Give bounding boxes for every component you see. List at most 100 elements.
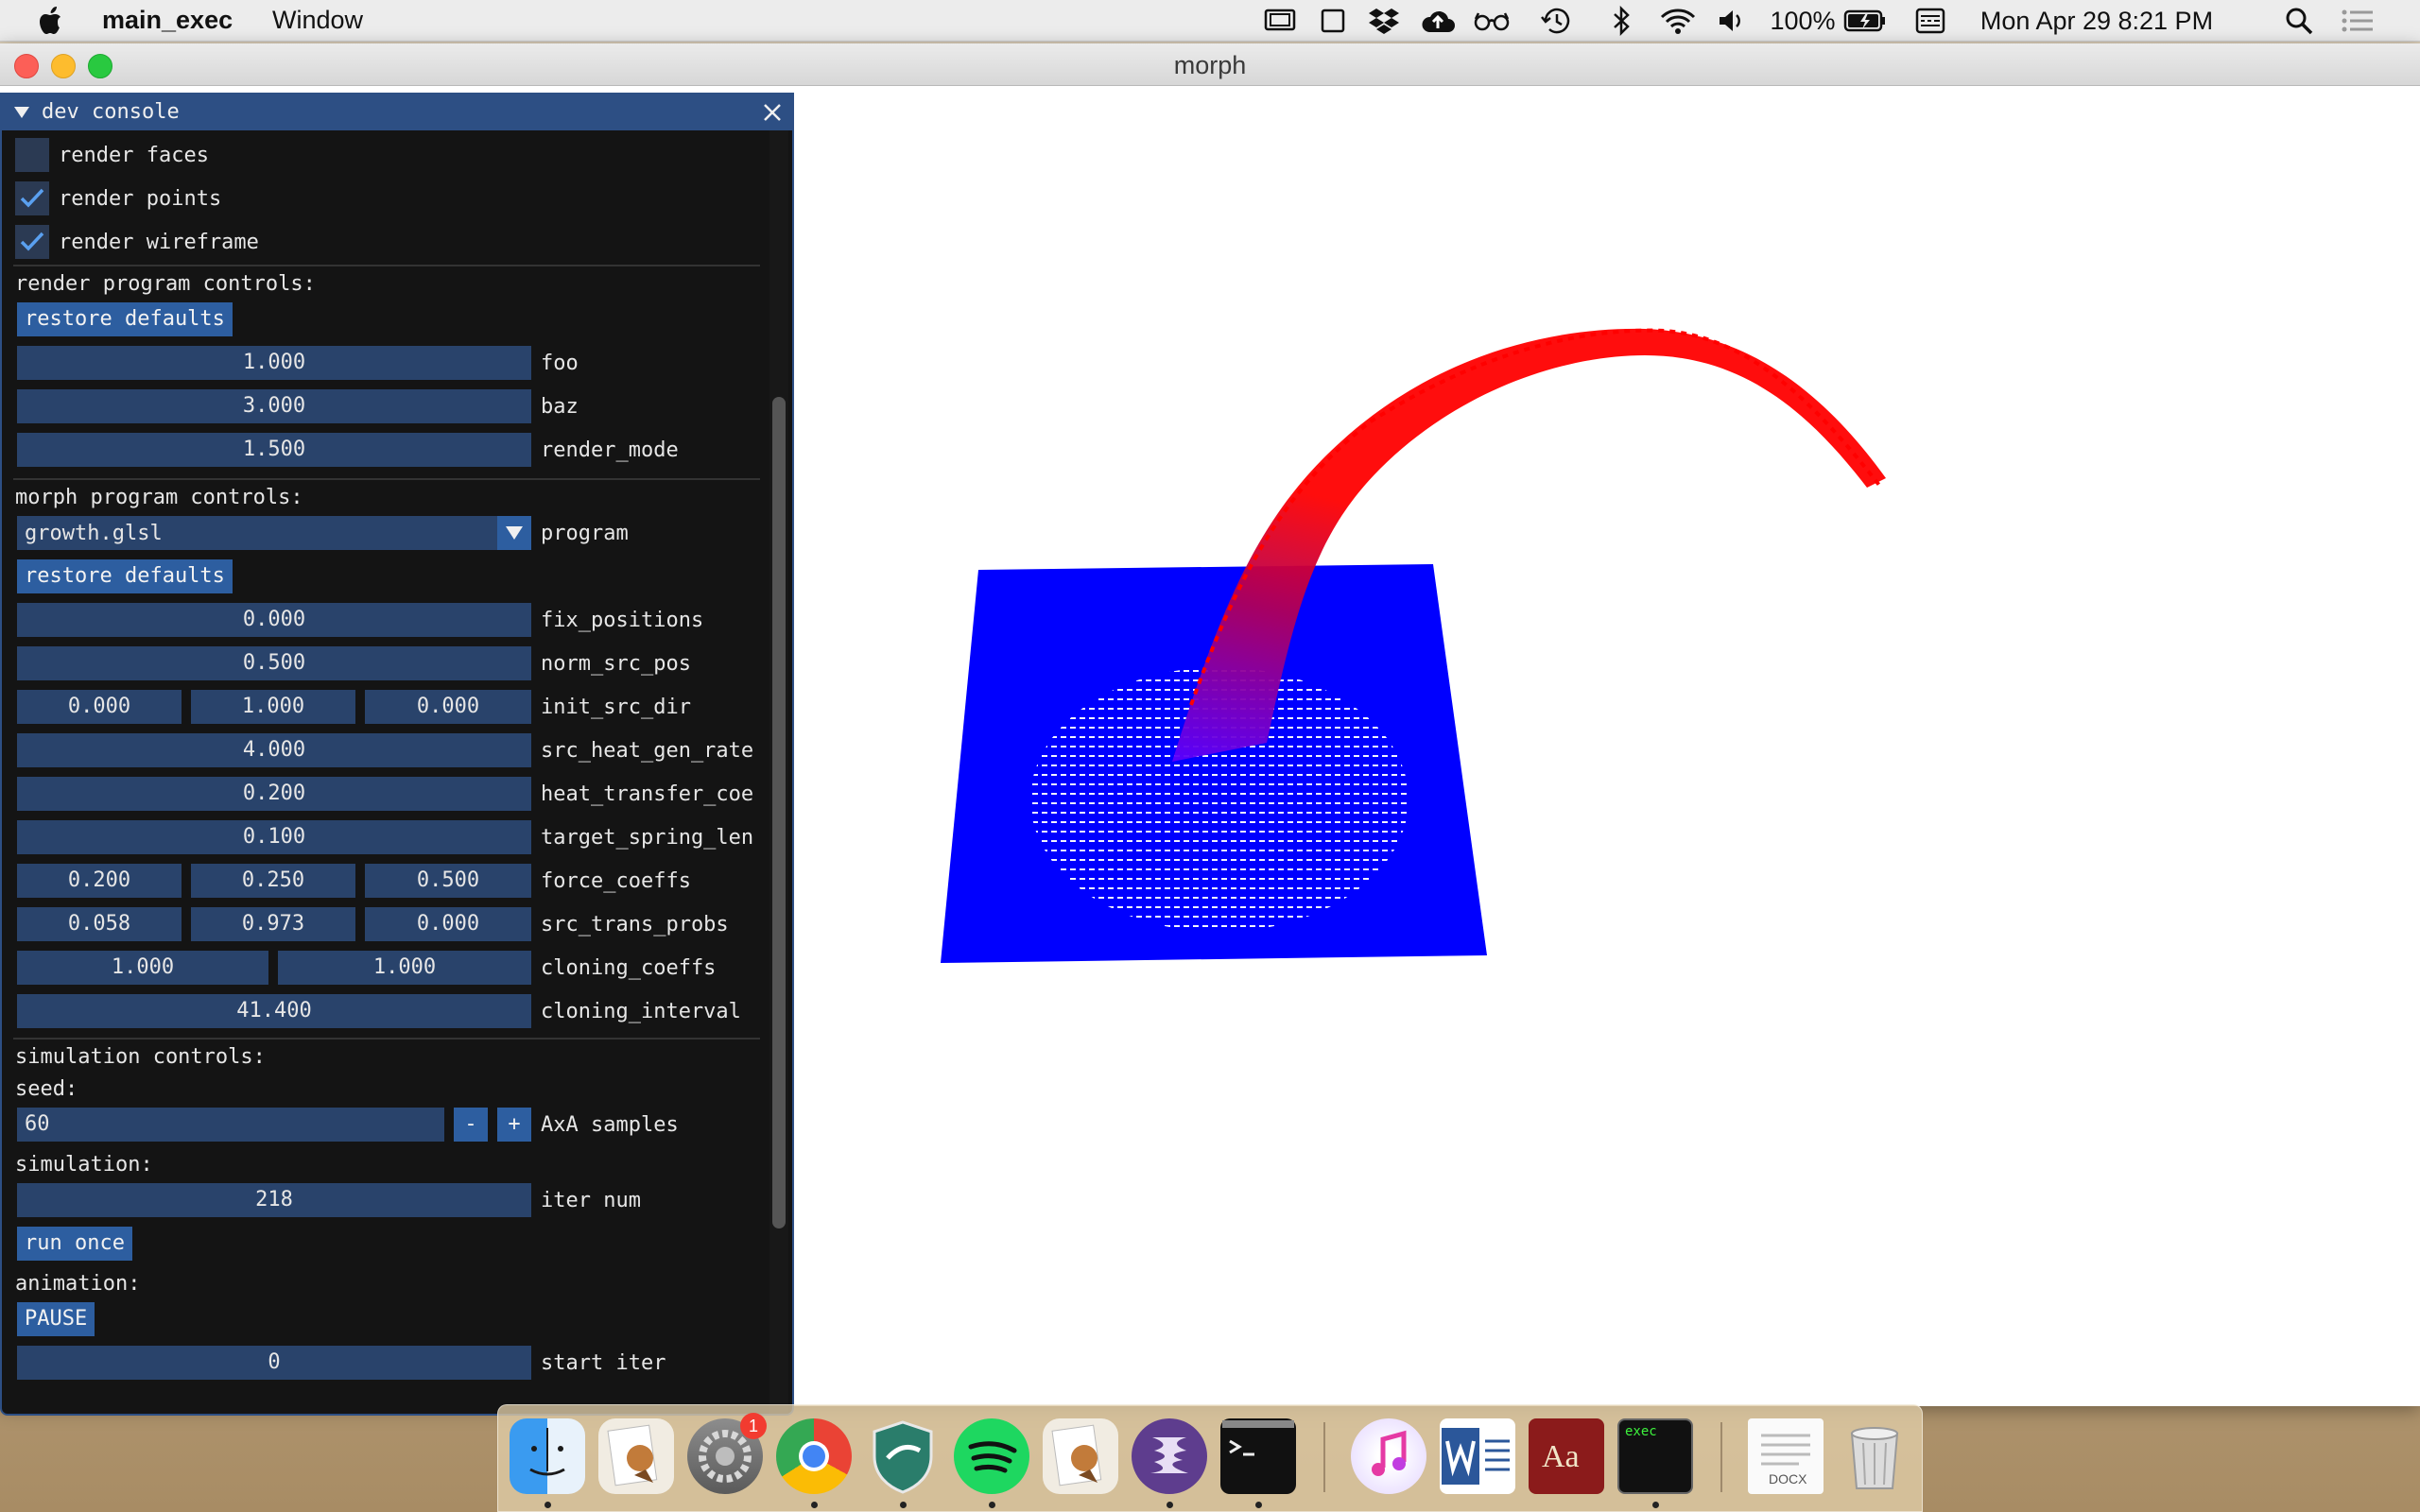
spotlight-search-icon[interactable]	[2282, 0, 2316, 42]
target-spring-len-label: target_spring_len	[541, 826, 754, 850]
force-coeffs-z-field[interactable]: 0.500	[365, 864, 531, 898]
checkbox-render-faces[interactable]: render faces	[2, 136, 777, 174]
force-coeffs-y-field[interactable]: 0.250	[191, 864, 355, 898]
preview-icon[interactable]	[598, 1418, 674, 1494]
display-icon[interactable]	[1316, 0, 1350, 42]
system-preferences-icon[interactable]: 1	[687, 1413, 767, 1494]
cloning-coeffs-x-field[interactable]: 1.000	[17, 951, 268, 985]
init-src-dir-z-field[interactable]: 0.000	[365, 690, 531, 724]
init-src-dir-label: init_src_dir	[541, 696, 691, 719]
morph-window: morph dev console render faces render po…	[0, 43, 2420, 1416]
preview-icon[interactable]	[1043, 1418, 1118, 1494]
src-trans-probs-z-field[interactable]: 0.000	[365, 907, 531, 941]
render-points-checkbox[interactable]	[15, 181, 49, 215]
spotify-icon[interactable]	[954, 1418, 1029, 1494]
init-src-dir-y-field[interactable]: 1.000	[191, 690, 355, 724]
separator	[13, 478, 760, 480]
close-icon[interactable]	[762, 102, 783, 123]
seed-decrement-button[interactable]: -	[454, 1108, 488, 1142]
checkmark-icon	[20, 232, 44, 251]
docx-file-icon[interactable]: DOCX	[1748, 1418, 1824, 1494]
src-trans-probs-y-field[interactable]: 0.973	[191, 907, 355, 941]
word-icon[interactable]	[1440, 1418, 1515, 1494]
dictionary-icon[interactable]: Aa	[1529, 1418, 1604, 1494]
baz-field[interactable]: 3.000	[17, 389, 531, 423]
render-mode-label: render_mode	[541, 438, 679, 462]
clock[interactable]: Mon Apr 29 8:21 PM	[1979, 0, 2214, 42]
wifi-icon[interactable]	[1656, 0, 1700, 42]
restore-defaults-button[interactable]: restore defaults	[17, 559, 233, 593]
src-trans-probs-x-field[interactable]: 0.058	[17, 907, 182, 941]
vpn-icon[interactable]	[865, 1418, 941, 1494]
separator	[13, 265, 760, 266]
checkbox-render-wireframe[interactable]: render wireframe	[2, 223, 777, 261]
running-indicator	[544, 1502, 551, 1508]
program-dropdown[interactable]: growth.glsl	[17, 516, 531, 550]
running-indicator	[1652, 1502, 1659, 1508]
heat-transfer-coeff-label: heat_transfer_coe	[541, 782, 754, 806]
init-src-dir-x-field[interactable]: 0.000	[17, 690, 182, 724]
running-indicator	[989, 1502, 995, 1508]
console-scrollbar[interactable]	[769, 130, 788, 1414]
foo-label: foo	[541, 352, 579, 375]
battery-percent: 100%	[1770, 6, 1836, 35]
window-menu[interactable]: Window	[272, 6, 363, 35]
finder-icon[interactable]	[510, 1418, 585, 1494]
start-iter-field[interactable]: 0	[17, 1346, 531, 1380]
apple-menu-icon[interactable]	[36, 4, 68, 38]
notification-center-icon[interactable]	[2339, 0, 2377, 42]
restore-defaults-button[interactable]: restore defaults	[17, 302, 233, 336]
dropbox-icon[interactable]	[1365, 0, 1403, 42]
animation-label: animation:	[15, 1272, 141, 1296]
input-source-icon[interactable]	[1913, 0, 1947, 42]
cloning-interval-field[interactable]: 41.400	[17, 994, 531, 1028]
dropdown-arrow-button[interactable]	[497, 516, 531, 550]
render-faces-checkbox[interactable]	[15, 138, 49, 172]
heat-transfer-coeff-field[interactable]: 0.200	[17, 777, 531, 811]
run-once-button[interactable]: run once	[17, 1227, 132, 1261]
force-coeffs-label: force_coeffs	[541, 869, 691, 893]
console-scrollbar-thumb[interactable]	[772, 397, 786, 1228]
baz-label: baz	[541, 395, 579, 419]
time-machine-icon[interactable]	[1537, 0, 1575, 42]
dev-console-header[interactable]: dev console	[2, 94, 792, 130]
separator	[13, 1038, 760, 1040]
dock: 1 Aa exec DOCX	[497, 1404, 1923, 1512]
checkbox-render-points[interactable]: render points	[2, 180, 777, 217]
fix-positions-field[interactable]: 0.000	[17, 603, 531, 637]
render-program-header: render program controls:	[15, 272, 316, 296]
app-name-menu[interactable]: main_exec	[102, 6, 233, 35]
cloning-coeffs-label: cloning_coeffs	[541, 956, 717, 980]
render-wireframe-label: render wireframe	[59, 231, 259, 254]
render-points-label: render points	[59, 187, 222, 211]
target-spring-len-field[interactable]: 0.100	[17, 820, 531, 854]
cloning-coeffs-y-field[interactable]: 1.000	[278, 951, 531, 985]
bluetooth-icon[interactable]	[1607, 0, 1635, 42]
trash-icon[interactable]	[1837, 1418, 1912, 1494]
seed-increment-button[interactable]: +	[497, 1108, 531, 1142]
norm-src-pos-field[interactable]: 0.500	[17, 646, 531, 680]
screen-mirror-icon[interactable]	[1261, 0, 1299, 42]
seed-input[interactable]: 60	[17, 1108, 444, 1142]
pause-button[interactable]: PAUSE	[17, 1302, 95, 1336]
cloud-upload-icon[interactable]	[1418, 0, 1458, 42]
chrome-icon[interactable]	[776, 1418, 852, 1494]
dock-divider	[1323, 1422, 1325, 1492]
exec-icon[interactable]: exec	[1617, 1418, 1693, 1494]
force-coeffs-x-field[interactable]: 0.200	[17, 864, 182, 898]
render-mode-field[interactable]: 1.500	[17, 433, 531, 467]
collapse-triangle-icon[interactable]	[13, 106, 30, 119]
render-wireframe-checkbox[interactable]	[15, 225, 49, 259]
emacs-icon[interactable]	[1132, 1418, 1207, 1494]
glasses-icon[interactable]	[1471, 0, 1512, 42]
terminal-icon[interactable]	[1220, 1418, 1296, 1494]
dev-console-title: dev console	[42, 100, 180, 124]
itunes-icon[interactable]	[1351, 1418, 1426, 1494]
src-heat-gen-rate-field[interactable]: 4.000	[17, 733, 531, 767]
iter-num-field[interactable]: 218	[17, 1183, 531, 1217]
volume-icon[interactable]	[1715, 0, 1749, 42]
dictionary-label: Aa	[1542, 1439, 1580, 1474]
battery-icon[interactable]	[1841, 0, 1889, 42]
fix-positions-label: fix_positions	[541, 609, 704, 632]
foo-field[interactable]: 1.000	[17, 346, 531, 380]
